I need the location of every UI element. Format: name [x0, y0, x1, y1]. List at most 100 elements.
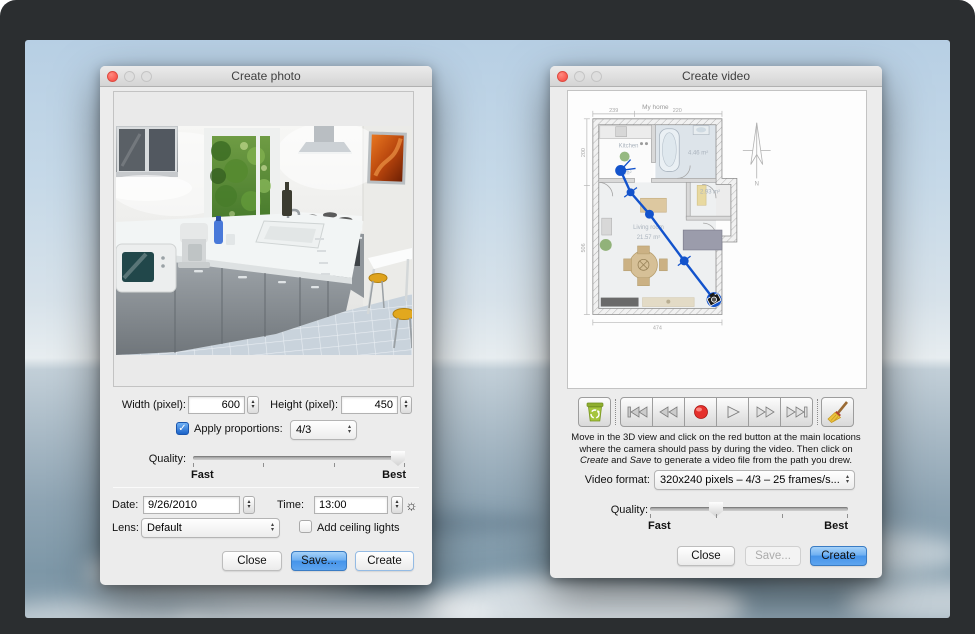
floor-plan-view[interactable]: My home Kitchen 4 m² 4.46 m² 2.93 m² Liv…	[568, 91, 866, 388]
fast-forward-icon	[755, 405, 775, 419]
lens-label: Lens:	[112, 522, 139, 534]
rewind-icon	[659, 405, 679, 419]
photo-dialog-titlebar[interactable]: Create photo	[100, 66, 432, 87]
quality-best-label: Best	[817, 520, 848, 532]
record-icon	[693, 404, 709, 420]
camera-point[interactable]	[680, 256, 689, 265]
time-input[interactable]	[314, 496, 388, 514]
date-input[interactable]	[143, 496, 240, 514]
trash-icon	[584, 401, 606, 423]
stepper-down-icon[interactable]: ▾	[395, 505, 398, 510]
toolbar-separator	[615, 399, 616, 425]
slider-tick	[193, 463, 194, 467]
quality-best-label: Best	[375, 469, 406, 481]
camera-point[interactable]	[645, 210, 654, 219]
proportions-value: 4/3	[296, 424, 311, 436]
sun-daylight-icon: ☼	[405, 498, 418, 512]
save-button[interactable]: Save...	[745, 546, 801, 566]
slider-tick	[404, 463, 405, 467]
hall-area-label: 2.93 m²	[700, 189, 720, 195]
quality-slider-track[interactable]	[650, 507, 848, 511]
apply-proportions-checkbox[interactable]: ✓	[176, 422, 189, 435]
stepper-down-icon[interactable]: ▾	[251, 405, 254, 410]
lens-value: Default	[147, 522, 182, 534]
width-input[interactable]	[188, 396, 245, 414]
add-ceiling-lights-label: Add ceiling lights	[317, 522, 400, 534]
date-stepper[interactable]: ▴▾	[243, 496, 255, 514]
dropdown-arrows-icon: ▴▾	[266, 523, 274, 533]
photo-preview-panel	[113, 91, 414, 387]
create-video-dialog: Create video	[550, 66, 882, 578]
slider-tick	[334, 463, 335, 467]
living-room-area-label: 21.57 m²	[637, 235, 660, 241]
camera-point[interactable]	[627, 188, 635, 196]
playback-controls	[620, 397, 813, 427]
rewind-button[interactable]	[652, 397, 685, 427]
plan-preview-panel: My home Kitchen 4 m² 4.46 m² 2.93 m² Liv…	[567, 90, 867, 389]
quality-label: Quality:	[560, 504, 648, 516]
dropdown-arrows-icon: ▴▾	[841, 475, 849, 485]
instructions-save-italic: Save	[630, 455, 652, 466]
camera-point[interactable]	[615, 165, 626, 176]
slider-tick	[782, 514, 783, 518]
proportions-dropdown[interactable]: 4/3 ▴▾	[290, 420, 357, 440]
delete-path-button[interactable]	[578, 397, 611, 427]
dim-506: 506	[581, 243, 587, 252]
slider-tick	[263, 463, 264, 467]
kitchen-label: Kitchen	[619, 144, 639, 150]
broom-icon	[827, 401, 849, 423]
video-format-label: Video format:	[556, 474, 650, 486]
video-dialog-titlebar[interactable]: Create video	[550, 66, 882, 87]
dropdown-arrows-icon: ▴▾	[343, 425, 351, 435]
play-button[interactable]	[716, 397, 749, 427]
fast-forward-button[interactable]	[748, 397, 781, 427]
dim-200: 200	[581, 148, 587, 157]
close-button[interactable]: Close	[677, 546, 735, 566]
time-stepper[interactable]: ▴▾	[391, 496, 403, 514]
skip-to-start-button[interactable]	[620, 397, 653, 427]
slider-tick	[716, 514, 717, 518]
slider-tick	[650, 514, 651, 518]
instructions-line2: where the camera should pass by during t…	[568, 444, 864, 456]
time-label: Time:	[277, 499, 304, 511]
bathroom-area-label: 4.46 m²	[688, 151, 708, 157]
slider-tick	[847, 514, 848, 518]
quality-fast-label: Fast	[648, 520, 671, 532]
desktop-wallpaper: Create photo	[25, 40, 950, 618]
cloud	[845, 580, 950, 618]
check-icon: ✓	[178, 423, 186, 434]
rendered-photo-preview	[116, 126, 412, 355]
clean-path-button[interactable]	[821, 397, 854, 427]
quality-fast-label: Fast	[191, 469, 214, 481]
quality-slider-thumb[interactable]	[391, 451, 405, 466]
cloud	[25, 600, 205, 618]
lens-dropdown[interactable]: Default ▴▾	[141, 518, 280, 538]
create-button[interactable]: Create	[355, 551, 414, 571]
quality-label: Quality:	[100, 453, 186, 465]
height-label: Height (pixel):	[262, 399, 338, 411]
play-icon	[726, 405, 740, 419]
width-stepper[interactable]: ▴▾	[247, 396, 259, 414]
dim-239: 239	[609, 108, 618, 114]
record-button[interactable]	[684, 397, 717, 427]
stepper-down-icon[interactable]: ▾	[404, 405, 407, 410]
toolbar-separator	[817, 399, 818, 425]
height-stepper[interactable]: ▴▾	[400, 396, 412, 414]
video-dialog-title: Create video	[550, 66, 882, 87]
video-format-dropdown[interactable]: 320x240 pixels – 4/3 – 25 frames/s... ▴▾	[654, 470, 855, 490]
quality-slider-track[interactable]	[193, 456, 405, 460]
instructions-line3: Create and Save to generate a video file…	[568, 455, 864, 467]
add-ceiling-lights-checkbox[interactable]	[299, 520, 312, 533]
compass-icon	[743, 123, 771, 179]
skip-to-end-button[interactable]	[780, 397, 813, 427]
create-photo-dialog: Create photo	[100, 66, 432, 585]
save-button[interactable]: Save...	[291, 551, 347, 571]
compass-north-label: N	[755, 181, 759, 187]
close-button[interactable]: Close	[222, 551, 282, 571]
date-label: Date:	[112, 499, 138, 511]
monitor-frame: Create photo	[0, 0, 975, 634]
create-button[interactable]: Create	[810, 546, 867, 566]
width-label: Width (pixel):	[106, 399, 186, 411]
height-input[interactable]	[341, 396, 398, 414]
stepper-down-icon[interactable]: ▾	[247, 505, 250, 510]
